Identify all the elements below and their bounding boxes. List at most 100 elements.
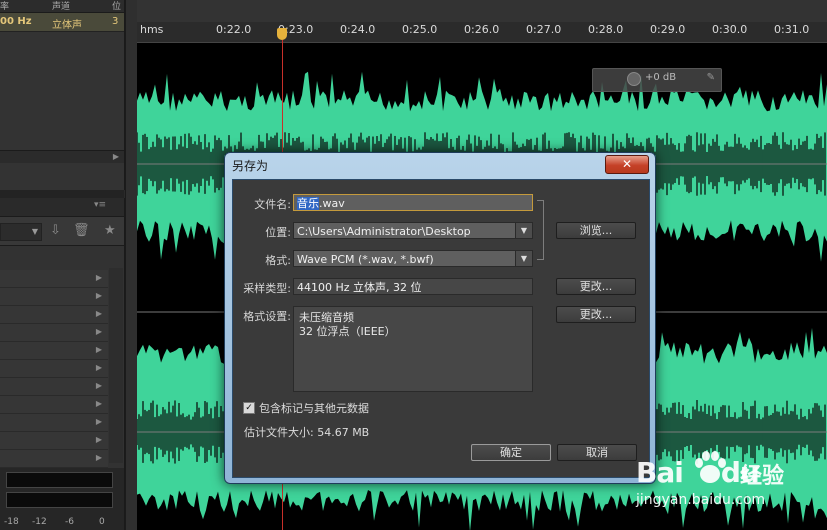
format-settings-label: 格式设置:: [243, 310, 291, 323]
watermark-url: jingyan.baidu.com: [636, 492, 766, 508]
filename-extension: .wav: [319, 197, 345, 210]
ruler-tick-label: 0:31.0: [774, 23, 810, 36]
close-button[interactable]: ✕: [605, 155, 649, 174]
effects-panel-tabbar: ▾≡: [0, 198, 124, 217]
format-settings-line: 32 位浮点（IEEE）: [299, 325, 396, 338]
effect-slot-6[interactable]: ▶: [0, 360, 108, 378]
trash-icon[interactable]: 🗑: [73, 223, 90, 238]
playhead-handle[interactable]: [277, 28, 287, 40]
chevron-down-icon: ▼: [31, 227, 38, 236]
ruler-tick-label: 0:25.0: [402, 23, 438, 36]
format-label: 格式:: [265, 254, 291, 267]
ruler-tick-label: 0:24.0: [340, 23, 376, 36]
level-meter-right: [6, 492, 113, 508]
estimated-file-size: 估计文件大小: 54.67 MB: [244, 426, 370, 439]
files-hscrollbar[interactable]: ▶: [0, 150, 124, 163]
file-row[interactable]: 00 Hz 立体声 3: [0, 13, 124, 32]
baidu-paw-icon: [695, 451, 726, 483]
effect-slot-1[interactable]: ▶: [0, 270, 108, 288]
effects-toolbar: ▼ ⇩ 🗑 ★: [0, 217, 124, 246]
browse-button[interactable]: 浏览...: [556, 222, 636, 239]
expand-icon[interactable]: ▶: [96, 273, 102, 282]
ruler-tick-label: 0:26.0: [464, 23, 500, 36]
effect-slot-7[interactable]: ▶: [0, 378, 108, 396]
sample-type-label: 采样类型:: [243, 282, 291, 295]
effects-vscrollbar[interactable]: [109, 268, 123, 463]
expand-icon[interactable]: ▶: [96, 381, 102, 390]
preset-select[interactable]: ▼: [0, 223, 42, 241]
file-bit: 3: [112, 16, 119, 27]
effect-slot-9[interactable]: ▶: [0, 414, 108, 432]
location-label: 位置:: [265, 226, 291, 239]
change-sample-type-button[interactable]: 更改...: [556, 278, 636, 295]
meter-scale-label: -6: [65, 517, 74, 527]
save-as-dialog: 另存为 ✕ 文件名: 音乐.wav 位置: C:\Users\Administr…: [224, 152, 656, 484]
effect-slot-5[interactable]: ▶: [0, 342, 108, 360]
expand-icon[interactable]: ▶: [96, 453, 102, 462]
meter-scale-label: -18: [4, 517, 19, 527]
filename-input[interactable]: 音乐.wav: [293, 194, 533, 211]
effect-slot-3[interactable]: ▶: [0, 306, 108, 324]
include-markers-label[interactable]: 包含标记与其他元数据: [259, 400, 369, 416]
ruler-tick-label: 0:28.0: [588, 23, 624, 36]
col-bit-header[interactable]: 位: [112, 0, 121, 12]
chevron-down-icon[interactable]: ▼: [515, 223, 532, 238]
col-channels-header[interactable]: 声道: [52, 0, 70, 12]
files-panel: 率 声道 位 00 Hz 立体声 3 ▶: [0, 0, 125, 190]
ruler-tick-label: 0:22.0: [216, 23, 252, 36]
filename-selected-text: 音乐: [297, 197, 319, 210]
expand-icon[interactable]: ▶: [96, 363, 102, 372]
files-header: 率 声道 位: [0, 0, 124, 13]
dialog-title: 另存为: [232, 159, 269, 173]
ruler-tick-label: 0:27.0: [526, 23, 562, 36]
ruler-tick-label: 0:30.0: [712, 23, 748, 36]
effect-slot-11[interactable]: ▶: [0, 450, 108, 468]
change-format-settings-button[interactable]: 更改...: [556, 306, 636, 323]
expand-icon[interactable]: ▶: [96, 327, 102, 336]
location-select[interactable]: C:\Users\Administrator\Desktop ▼: [293, 222, 533, 239]
ruler-tick-label: 0:29.0: [650, 23, 686, 36]
file-rate: 00 Hz: [0, 16, 32, 27]
gain-hud[interactable]: +0 dB ✎: [592, 68, 722, 92]
meter-scale-label: 0: [99, 517, 105, 527]
expand-icon[interactable]: ▶: [96, 399, 102, 408]
col-rate-header[interactable]: 率: [0, 0, 9, 12]
favorite-star-icon[interactable]: ★: [104, 223, 116, 238]
panel-divider[interactable]: [0, 190, 124, 198]
expand-icon[interactable]: ▶: [96, 417, 102, 426]
cancel-button[interactable]: 取消: [557, 444, 637, 461]
save-preset-icon[interactable]: ⇩: [50, 223, 61, 238]
sample-type-value: 44100 Hz 立体声, 32 位: [293, 278, 533, 295]
baidu-jingyan-watermark: Bai du 经验 jingyan.baidu.com: [636, 440, 816, 520]
watermark-brand-part: Bai: [636, 456, 684, 489]
time-ruler[interactable]: hms 0:22.0 0:23.0 0:24.0 0:25.0 0:26.0 0…: [137, 22, 827, 43]
scroll-right-icon[interactable]: ▶: [113, 152, 119, 161]
filename-label: 文件名:: [254, 198, 291, 211]
gain-knob-icon[interactable]: [627, 72, 641, 86]
meter-scale-label: -12: [32, 517, 47, 527]
expand-icon[interactable]: ▶: [96, 435, 102, 444]
format-value: Wave PCM (*.wav, *.bwf): [297, 253, 434, 266]
expand-icon[interactable]: ▶: [96, 309, 102, 318]
ok-button[interactable]: 确定: [471, 444, 551, 461]
include-markers-checkbox[interactable]: ✓: [243, 402, 255, 414]
effect-slot-10[interactable]: ▶: [0, 432, 108, 450]
expand-icon[interactable]: ▶: [96, 345, 102, 354]
dialog-body: 文件名: 音乐.wav 位置: C:\Users\Administrator\D…: [232, 179, 650, 478]
file-channels: 立体声: [52, 20, 82, 31]
location-bracket: [537, 200, 544, 260]
pin-icon[interactable]: ✎: [707, 72, 715, 83]
effect-slot-2[interactable]: ▶: [0, 288, 108, 306]
location-value: C:\Users\Administrator\Desktop: [297, 225, 471, 238]
format-select[interactable]: Wave PCM (*.wav, *.bwf) ▼: [293, 250, 533, 267]
editor-overview-strip[interactable]: [137, 0, 827, 22]
level-meter-panel: -18 -12 -6 0: [0, 468, 125, 530]
chevron-down-icon[interactable]: ▼: [515, 251, 532, 266]
format-settings-box: 未压缩音频 32 位浮点（IEEE）: [293, 306, 533, 392]
effect-slot-4[interactable]: ▶: [0, 324, 108, 342]
effect-slot-8[interactable]: ▶: [0, 396, 108, 414]
watermark-jingyan: 经验: [740, 464, 785, 489]
expand-icon[interactable]: ▶: [96, 291, 102, 300]
effects-panel: ▾≡ ▼ ⇩ 🗑 ★ ▶ ▶ ▶ ▶ ▶ ▶ ▶ ▶ ▶ ▶ ▶: [0, 198, 125, 468]
panel-menu-icon[interactable]: ▾≡: [94, 200, 106, 210]
